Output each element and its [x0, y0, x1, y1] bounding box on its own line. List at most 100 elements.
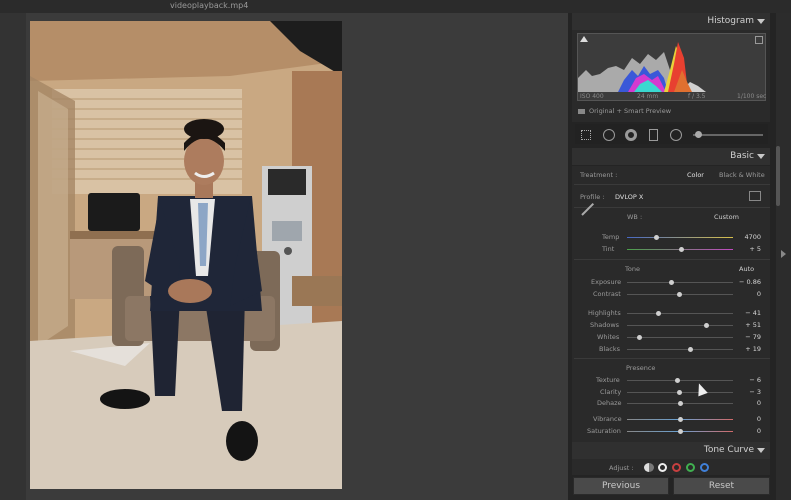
shadows-slider[interactable] [627, 325, 733, 326]
collapse-right-arrow-icon[interactable] [781, 250, 786, 258]
treatment-color-option[interactable]: Color [687, 171, 704, 179]
saturation-value[interactable]: 0 [737, 427, 761, 435]
tone-curve-header[interactable]: Tone Curve [572, 442, 770, 459]
tone-curve-body [572, 459, 770, 475]
exif-shutter: 1/100 sec [737, 93, 767, 100]
highlights-thumb[interactable] [656, 311, 661, 316]
blue-channel-icon[interactable] [700, 463, 709, 472]
preview-label: Original + Smart Preview [589, 107, 672, 115]
treatment-label: Treatment : [580, 171, 618, 179]
temp-label: Temp [602, 233, 620, 241]
auto-tone-button[interactable]: Auto [739, 265, 754, 273]
divider [574, 207, 770, 208]
panel-scrollbar[interactable] [776, 146, 780, 206]
brush-size-slider[interactable] [693, 134, 763, 136]
tone-label: Tone [625, 265, 640, 273]
contrast-thumb[interactable] [677, 292, 682, 297]
tool-strip [575, 124, 768, 144]
profile-label: Profile : [580, 193, 605, 201]
histogram-header[interactable]: Histogram [572, 13, 770, 30]
treatment-bw-option[interactable]: Black & White [719, 171, 765, 179]
crop-tool-icon[interactable] [581, 130, 591, 140]
clarity-thumb[interactable] [677, 390, 682, 395]
highlights-value[interactable]: − 41 [737, 309, 761, 317]
brush-slider-thumb[interactable] [695, 131, 702, 138]
histogram-graph [577, 33, 766, 101]
divider [574, 358, 770, 359]
adjust-label: Adjust : [609, 464, 634, 472]
divider [574, 184, 770, 185]
blacks-label: Blacks [599, 345, 620, 353]
video-filename: videoplayback.mp4 [170, 1, 249, 10]
wb-dropdown[interactable]: Custom [714, 213, 739, 221]
red-channel-icon[interactable] [672, 463, 681, 472]
clarity-value[interactable]: − 3 [737, 388, 761, 396]
texture-label: Texture [596, 376, 620, 384]
dehaze-label: Dehaze [597, 399, 622, 407]
contrast-value[interactable]: 0 [737, 290, 761, 298]
spot-removal-icon[interactable] [603, 129, 615, 141]
saturation-thumb[interactable] [678, 429, 683, 434]
red-eye-icon[interactable] [625, 129, 637, 141]
point-curve-icon[interactable] [658, 463, 667, 472]
lightroom-develop-window: videoplayback.mp4 Histogram ISO 400 24 m… [0, 0, 791, 500]
presence-label: Presence [626, 364, 656, 372]
parametric-curve-icon[interactable] [644, 463, 654, 472]
tint-thumb[interactable] [679, 247, 684, 252]
whites-thumb[interactable] [637, 335, 642, 340]
tone-curve-title: Tone Curve [703, 445, 754, 455]
texture-slider[interactable] [627, 380, 733, 381]
profile-dropdown[interactable]: DVLOP X [615, 193, 643, 201]
collapse-triangle-icon [757, 19, 765, 24]
blacks-slider[interactable] [627, 349, 733, 350]
shadows-thumb[interactable] [704, 323, 709, 328]
whites-slider[interactable] [627, 337, 733, 338]
tint-label: Tint [602, 245, 615, 253]
vibrance-thumb[interactable] [678, 417, 683, 422]
shadows-value[interactable]: + 51 [737, 321, 761, 329]
highlights-label: Highlights [588, 309, 621, 317]
shadows-label: Shadows [590, 321, 620, 329]
tint-value[interactable]: + 5 [737, 245, 761, 253]
green-channel-icon[interactable] [686, 463, 695, 472]
collapse-triangle-icon [757, 154, 765, 159]
highlights-slider[interactable] [627, 313, 733, 314]
image-viewer [26, 13, 568, 500]
saturation-label: Saturation [587, 427, 621, 435]
exif-aperture: f / 3.5 [688, 93, 706, 100]
blacks-thumb[interactable] [688, 347, 693, 352]
graduated-filter-icon[interactable] [649, 129, 658, 141]
dehaze-thumb[interactable] [678, 401, 683, 406]
previous-button[interactable]: Previous [573, 477, 669, 495]
exposure-value[interactable]: − 0.86 [737, 278, 761, 286]
smart-preview-icon [578, 108, 585, 114]
basic-header[interactable]: Basic [572, 148, 770, 165]
texture-thumb[interactable] [675, 378, 680, 383]
temp-value[interactable]: 4700 [737, 233, 761, 241]
profile-browser-icon[interactable] [749, 191, 761, 201]
radial-filter-icon[interactable] [670, 129, 682, 141]
whites-value[interactable]: − 79 [737, 333, 761, 341]
exif-iso: ISO 400 [580, 93, 604, 100]
reset-button[interactable]: Reset [673, 477, 770, 495]
blacks-value[interactable]: + 19 [737, 345, 761, 353]
portrait-photo [30, 21, 342, 489]
clarity-label: Clarity [600, 388, 622, 396]
exposure-thumb[interactable] [669, 280, 674, 285]
temp-slider[interactable] [627, 237, 733, 238]
contrast-label: Contrast [593, 290, 621, 298]
texture-value[interactable]: − 6 [737, 376, 761, 384]
vibrance-label: Vibrance [593, 415, 622, 423]
exif-focal: 24 mm [637, 93, 659, 100]
exposure-slider[interactable] [627, 282, 733, 283]
whites-label: Whites [597, 333, 620, 341]
left-panel-collapsed [0, 13, 26, 500]
collapse-triangle-icon [757, 448, 765, 453]
wb-label: WB : [627, 213, 643, 221]
dehaze-value[interactable]: 0 [737, 399, 761, 407]
title-bar: videoplayback.mp4 [0, 0, 791, 13]
histogram-title: Histogram [707, 16, 754, 26]
temp-thumb[interactable] [654, 235, 659, 240]
vibrance-value[interactable]: 0 [737, 415, 761, 423]
basic-title: Basic [730, 151, 754, 161]
